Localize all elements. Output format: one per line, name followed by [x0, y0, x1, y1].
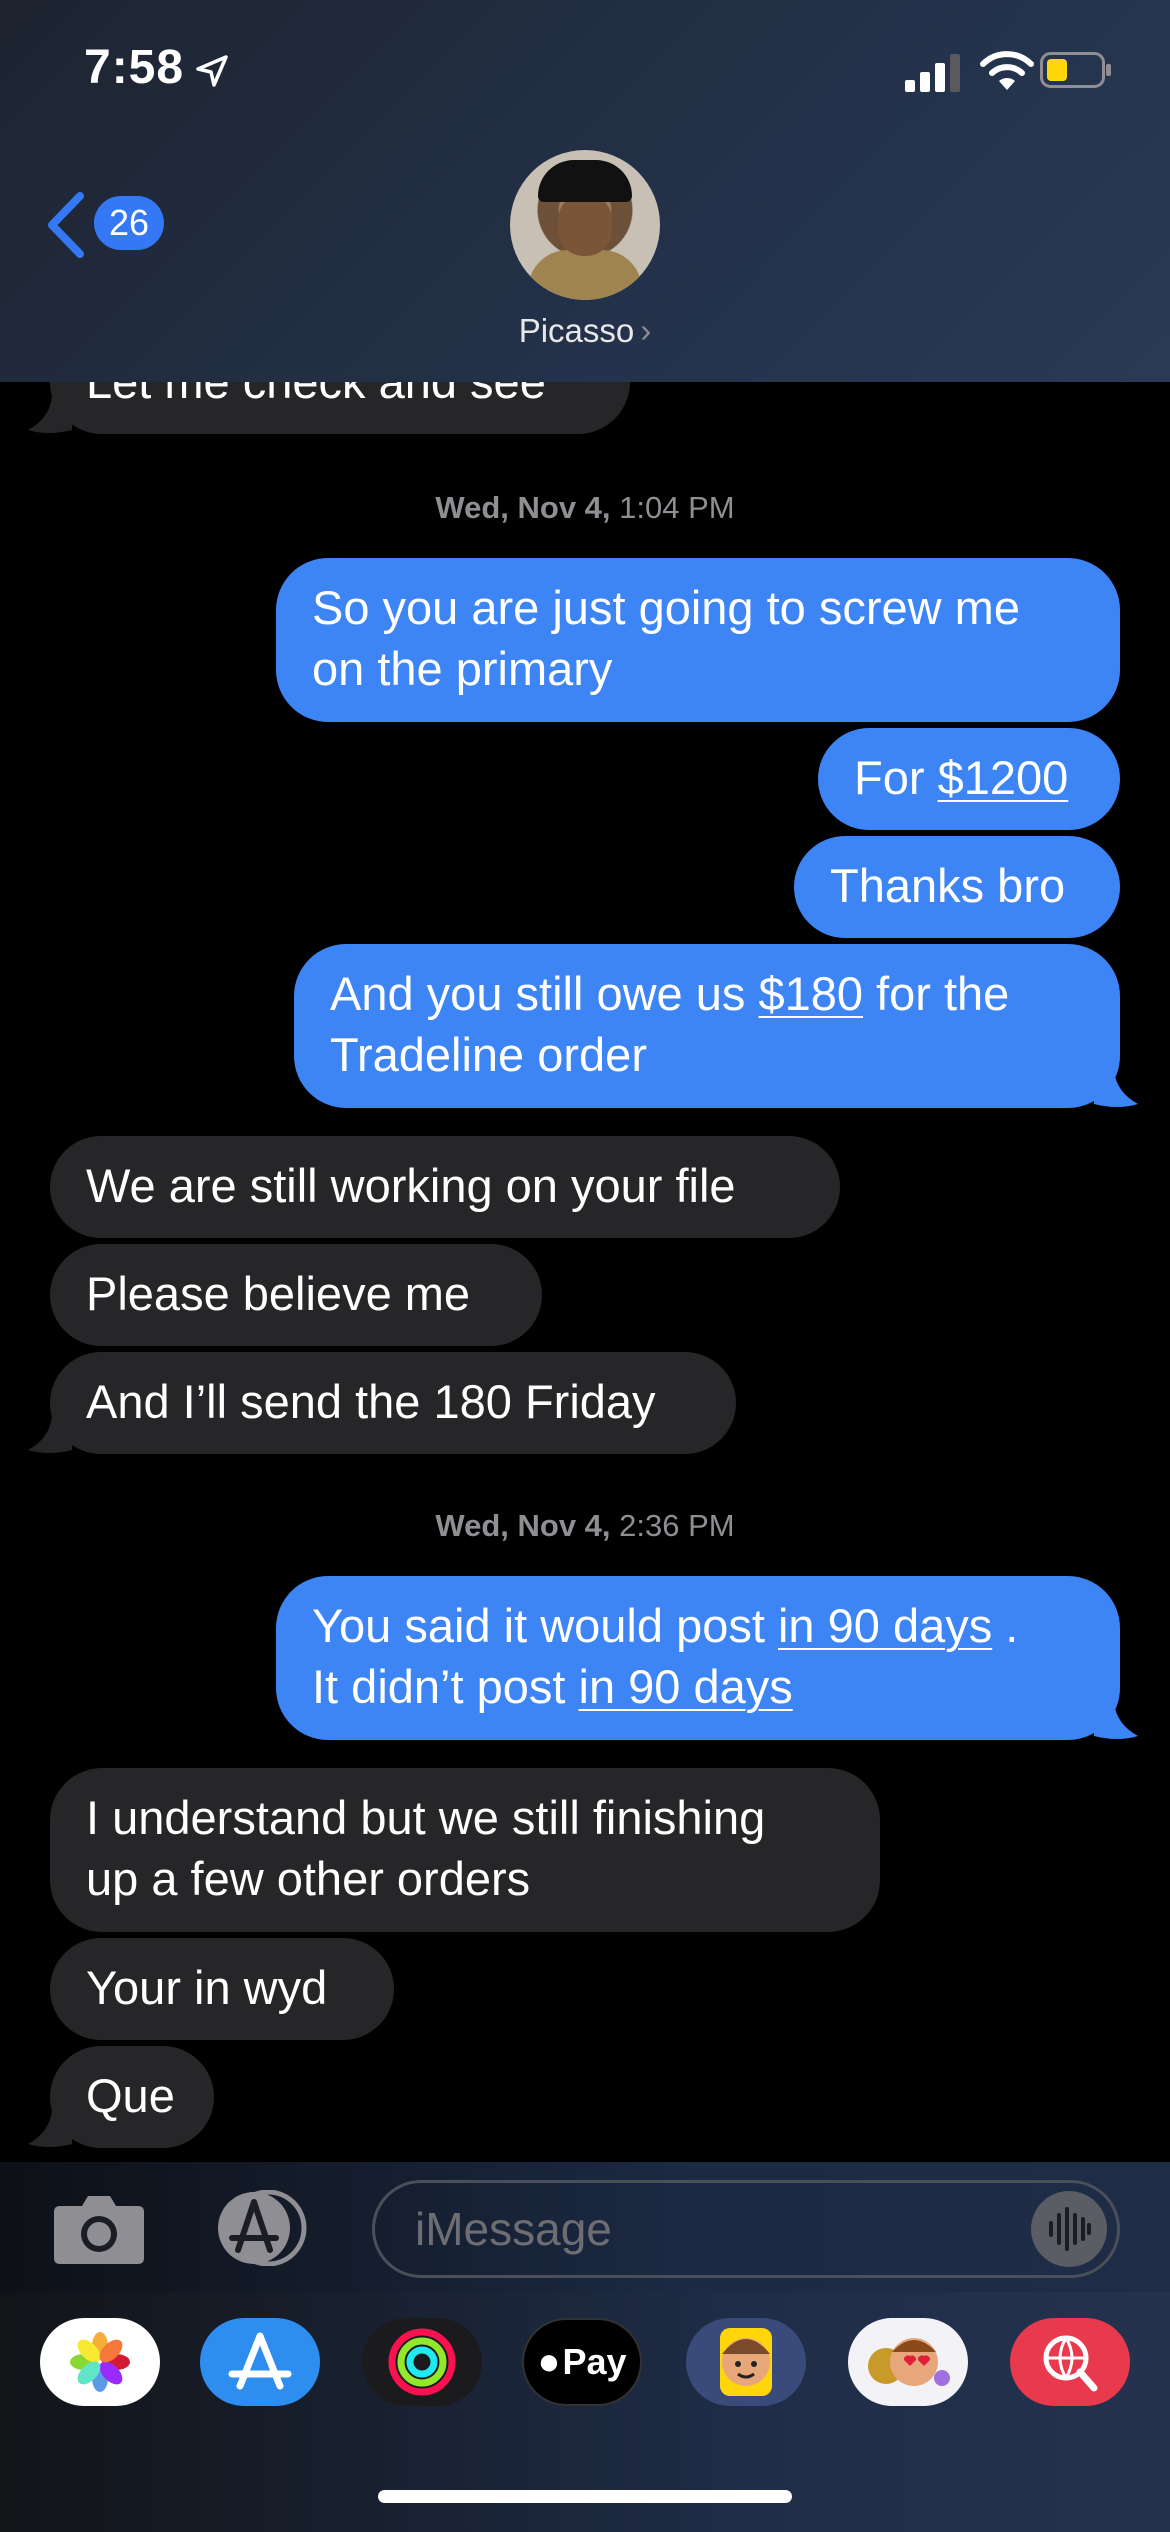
message-text: For: [854, 751, 938, 804]
memoji-face-graphic: [720, 2328, 772, 2396]
photos-flower-graphic: [70, 2332, 130, 2392]
message-text: Your in wyd: [86, 1961, 328, 2014]
message-line: It didn’t post in 90 days: [312, 1656, 1084, 1717]
contact-name[interactable]: Picasso ›: [0, 312, 1170, 350]
audio-message-button[interactable]: [1031, 2191, 1107, 2267]
message-text: for the: [863, 967, 1010, 1020]
message-text: Please believe me: [86, 1267, 471, 1320]
apple-logo-icon: ●: [537, 2340, 561, 2383]
message-text: And I’ll send the 180 Friday: [86, 1375, 656, 1428]
web-search-icon[interactable]: [1010, 2318, 1130, 2406]
app-store-drawer-icon[interactable]: [210, 2190, 314, 2266]
location-arrow-icon: [196, 55, 228, 87]
date-link[interactable]: in 90 days: [579, 1660, 793, 1713]
chevron-left-icon: [48, 192, 84, 258]
contact-avatar[interactable]: [510, 150, 660, 300]
timestamp: Wed, Nov 4, 1:04 PM: [0, 490, 1170, 526]
message-text: Thanks bro: [830, 859, 1066, 912]
timestamp-time: 2:36 PM: [619, 1508, 735, 1543]
message-input[interactable]: iMessage: [372, 2180, 1120, 2278]
activity-icon[interactable]: [362, 2318, 482, 2406]
timestamp-time: 1:04 PM: [619, 490, 735, 525]
message-text: We are still working on your file: [86, 1159, 736, 1212]
message-text: Que: [86, 2069, 175, 2122]
timestamp: Wed, Nov 4, 2:36 PM: [0, 1508, 1170, 1544]
message-line: Tradeline order: [330, 1028, 647, 1081]
bubble-tail-incoming: [28, 2110, 72, 2147]
message-line: I understand but we still finishing: [86, 1791, 766, 1844]
incoming-message-bubble[interactable]: Your in wyd: [50, 1938, 394, 2040]
message-placeholder: iMessage: [415, 2203, 612, 2255]
app-store-a-graphic: [228, 2332, 292, 2390]
globe-search-graphic: [1043, 2335, 1098, 2392]
message-line: You said it would post in 90 days .: [312, 1595, 1084, 1656]
message-text: And you still owe us: [330, 967, 759, 1020]
incoming-message-bubble[interactable]: And I’ll send the 180 Friday: [50, 1352, 736, 1454]
camera-icon[interactable]: [52, 2190, 146, 2266]
photos-icon[interactable]: [40, 2318, 160, 2406]
outgoing-message-bubble[interactable]: You said it would post in 90 days . It d…: [276, 1576, 1120, 1740]
message-text: .: [992, 1599, 1019, 1652]
contact-name-label: Picasso: [518, 312, 635, 349]
date-link[interactable]: in 90 days: [778, 1599, 992, 1652]
outgoing-message-bubble[interactable]: Thanks bro: [794, 836, 1120, 938]
apple-pay-label: Pay: [562, 2341, 627, 2382]
amount-link[interactable]: $1200: [938, 751, 1069, 804]
avatar-hat-shape: [538, 160, 632, 202]
timestamp-day: Wed, Nov 4,: [435, 490, 611, 525]
wifi-icon: [980, 51, 1034, 90]
app-store-icon[interactable]: [200, 2318, 320, 2406]
outgoing-message-bubble[interactable]: So you are just going to screw me on the…: [276, 558, 1120, 722]
bubble-tail-outgoing: [1094, 1702, 1138, 1739]
memoji-icon[interactable]: [686, 2318, 806, 2406]
avatar-body-shape: [528, 250, 642, 300]
message-line: up a few other orders: [86, 1852, 531, 1905]
incoming-message-bubble[interactable]: We are still working on your file: [50, 1136, 840, 1238]
apple-pay-label-wrap: ● Pay: [524, 2320, 640, 2404]
bubble-tail-outgoing: [1094, 1070, 1138, 1107]
bubble-tail-incoming: [28, 1416, 72, 1453]
timestamp-day: Wed, Nov 4,: [435, 1508, 611, 1543]
incoming-message-bubble[interactable]: I understand but we still finishing up a…: [50, 1768, 880, 1932]
incoming-message-bubble[interactable]: Please believe me: [50, 1244, 542, 1346]
message-text: You said it would post: [312, 1599, 778, 1652]
unread-count-badge[interactable]: 26: [94, 196, 164, 250]
message-line: And you still owe us $180 for the: [330, 963, 1084, 1024]
bubble-tail-incoming: [28, 396, 72, 433]
status-time: 7:58: [84, 41, 185, 94]
avatar-face-shape: [558, 194, 612, 256]
chevron-right-icon: ›: [640, 312, 652, 349]
amount-link[interactable]: $180: [758, 967, 863, 1020]
waveform-icon: [1049, 2207, 1091, 2251]
battery-low-icon: [1040, 52, 1111, 88]
message-text: It didn’t post: [312, 1660, 579, 1713]
message-line: So you are just going to screw me: [312, 581, 1020, 634]
animoji-stickers-graphic: [868, 2338, 950, 2386]
animoji-stickers-icon[interactable]: [848, 2318, 968, 2406]
outgoing-message-bubble[interactable]: For $1200: [818, 728, 1120, 830]
activity-rings-graphic: [388, 2328, 456, 2396]
cellular-signal-icon: [905, 54, 960, 92]
apple-pay-icon[interactable]: ● Pay: [522, 2318, 642, 2406]
home-indicator[interactable]: [378, 2490, 792, 2503]
incoming-message-bubble[interactable]: Que: [50, 2046, 214, 2148]
message-line: on the primary: [312, 642, 613, 695]
outgoing-message-bubble[interactable]: And you still owe us $180 for the Tradel…: [294, 944, 1120, 1108]
